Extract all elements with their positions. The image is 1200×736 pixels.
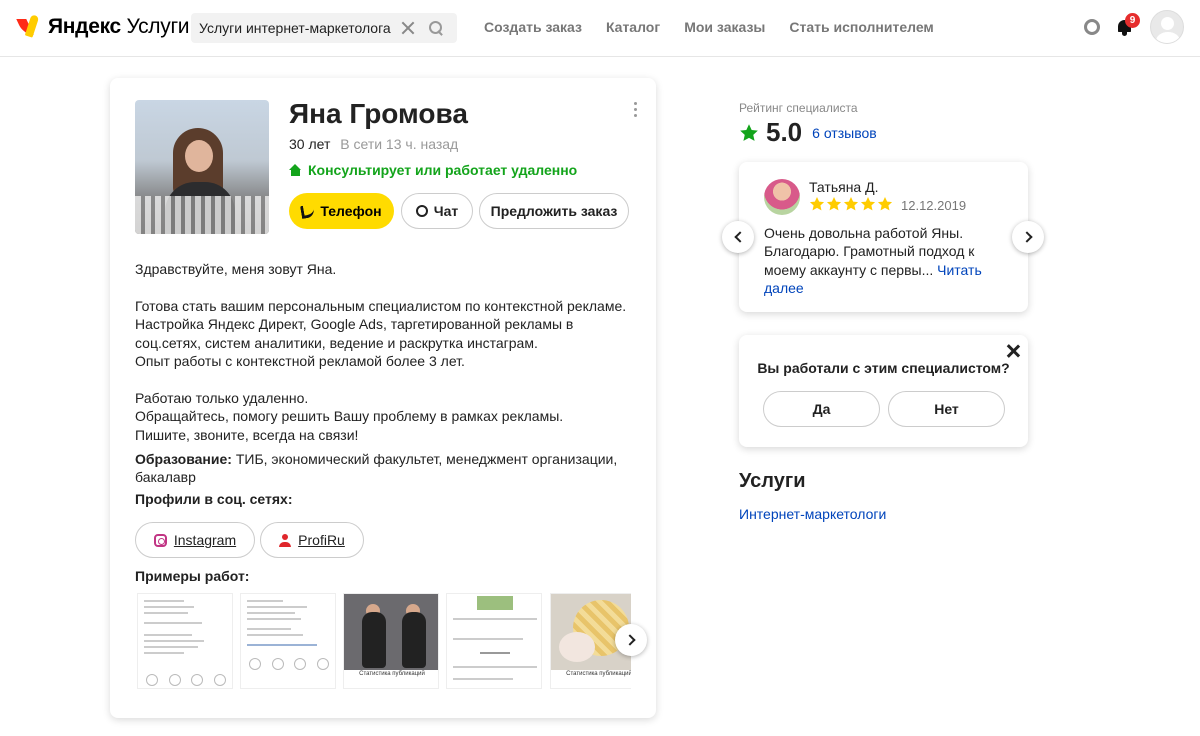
about-text: Здравствуйте, меня зовут Яна. Готова ста… bbox=[135, 260, 640, 462]
gallery-next-button[interactable] bbox=[615, 624, 647, 656]
review-card: Татьяна Д. 12.12.2019 Очень довольна раб… bbox=[739, 162, 1028, 312]
rating-label: Рейтинг специалиста bbox=[739, 101, 858, 115]
online-status: В сети 13 ч. назад bbox=[340, 136, 459, 152]
profile-card: Яна Громова 30 лет В сети 13 ч. назад Ко… bbox=[110, 78, 656, 718]
offer-order-button[interactable]: Предложить заказ bbox=[479, 193, 629, 229]
top-header: Яндекс Услуги Создать заказ Каталог Мои … bbox=[0, 0, 1200, 57]
work-caption: Статистика публикаций bbox=[344, 670, 438, 688]
review-prev-button[interactable] bbox=[722, 221, 754, 253]
specialist-name: Яна Громова bbox=[289, 98, 468, 129]
profiru-label: ProfiRu bbox=[298, 532, 345, 548]
service-link-internet-marketers[interactable]: Интернет-маркетологи bbox=[739, 506, 886, 522]
chat-icon bbox=[415, 205, 428, 217]
logo-product: Услуги bbox=[126, 15, 190, 38]
close-icon[interactable] bbox=[1005, 343, 1021, 359]
notifications-bell-icon[interactable]: 9 bbox=[1116, 13, 1140, 37]
yandex-logo-icon bbox=[16, 14, 42, 39]
user-avatar[interactable] bbox=[1150, 10, 1184, 44]
work-example-thumbnail[interactable] bbox=[137, 593, 233, 689]
review-text: Очень довольна работой Яны. Благодарю. Г… bbox=[764, 224, 1009, 298]
work-example-thumbnail[interactable] bbox=[446, 593, 542, 689]
search-input[interactable] bbox=[199, 20, 395, 36]
chevron-right-icon bbox=[623, 634, 636, 646]
work-example-thumbnail[interactable] bbox=[240, 593, 336, 689]
review-next-button[interactable] bbox=[1012, 221, 1044, 253]
profiru-icon bbox=[279, 533, 292, 547]
review-date: 12.12.2019 bbox=[901, 198, 967, 213]
star-icon bbox=[740, 123, 758, 141]
remote-work-status: Консультирует или работает удаленно bbox=[289, 162, 577, 178]
nav-create-order[interactable]: Создать заказ bbox=[484, 19, 582, 35]
profiru-profile-button[interactable]: ProfiRu bbox=[260, 522, 364, 558]
no-button[interactable]: Нет bbox=[888, 391, 1005, 427]
education-label: Образование: bbox=[135, 451, 232, 467]
reviewer-avatar bbox=[764, 179, 800, 215]
instagram-icon bbox=[153, 533, 167, 547]
logo-brand: Яндекс bbox=[48, 15, 121, 38]
ask-question: Вы работали с этим специалистом? bbox=[757, 360, 1010, 376]
remote-text: Консультирует или работает удаленно bbox=[308, 162, 578, 178]
nav-catalog[interactable]: Каталог bbox=[606, 19, 660, 35]
about-paragraph: Работаю только удаленно. Обращайтесь, по… bbox=[135, 389, 564, 443]
house-icon bbox=[289, 164, 302, 176]
worked-with-specialist-card: Вы работали с этим специалистом? Да Нет bbox=[739, 335, 1028, 447]
chevron-left-icon bbox=[733, 231, 746, 243]
star-icon bbox=[843, 197, 859, 211]
instagram-label: Instagram bbox=[173, 532, 237, 548]
star-icon bbox=[877, 197, 893, 211]
reviewer-name: Татьяна Д. bbox=[809, 179, 879, 195]
age-online-line: 30 лет В сети 13 ч. назад bbox=[289, 136, 458, 152]
search-box bbox=[191, 13, 457, 43]
about-paragraph: Здравствуйте, меня зовут Яна. bbox=[135, 261, 337, 277]
specialist-age: 30 лет bbox=[289, 136, 331, 152]
phone-button-label: Телефон bbox=[320, 203, 382, 219]
review-stars bbox=[809, 196, 893, 212]
more-options-icon[interactable] bbox=[634, 102, 638, 118]
star-icon bbox=[809, 197, 825, 211]
search-icon[interactable] bbox=[429, 21, 443, 35]
work-examples-title: Примеры работ: bbox=[135, 568, 250, 584]
reviews-link[interactable]: 6 отзывов bbox=[812, 125, 877, 141]
about-paragraph: Готова стать вашим персональным специали… bbox=[135, 297, 627, 370]
work-examples-gallery: Статистика публикаций Статистика публика… bbox=[137, 593, 631, 689]
phone-button[interactable]: Телефон bbox=[289, 193, 394, 229]
phone-icon bbox=[301, 205, 313, 217]
main-nav: Создать заказ Каталог Мои заказы Стать и… bbox=[484, 19, 934, 35]
chat-button-label: Чат bbox=[433, 203, 459, 219]
services-title: Услуги bbox=[739, 470, 806, 492]
education: Образование: ТИБ, экономический факульте… bbox=[135, 450, 625, 487]
header-icons: 9 bbox=[1084, 10, 1184, 44]
work-caption: Статистика публикаций bbox=[551, 670, 631, 688]
nav-become-performer[interactable]: Стать исполнителем bbox=[789, 19, 933, 35]
star-icon bbox=[826, 197, 842, 211]
rating-value: 5.0 bbox=[766, 117, 803, 147]
yes-button[interactable]: Да bbox=[763, 391, 880, 427]
nav-my-orders[interactable]: Мои заказы bbox=[684, 19, 765, 35]
clear-icon[interactable] bbox=[399, 19, 417, 37]
chevron-right-icon bbox=[1020, 231, 1033, 243]
rating-summary: 5.0 6 отзывов bbox=[739, 117, 877, 148]
notifications-badge: 9 bbox=[1125, 13, 1140, 28]
instagram-profile-button[interactable]: Instagram bbox=[135, 522, 255, 558]
chat-button[interactable]: Чат bbox=[401, 193, 473, 229]
yandex-services-logo[interactable]: Яндекс Услуги bbox=[16, 12, 190, 42]
work-example-thumbnail[interactable]: Статистика публикаций bbox=[343, 593, 439, 689]
star-icon bbox=[860, 197, 876, 211]
profile-photo bbox=[135, 100, 269, 234]
social-profiles-title: Профили в соц. сетях: bbox=[135, 491, 293, 507]
messages-icon[interactable] bbox=[1084, 19, 1100, 35]
